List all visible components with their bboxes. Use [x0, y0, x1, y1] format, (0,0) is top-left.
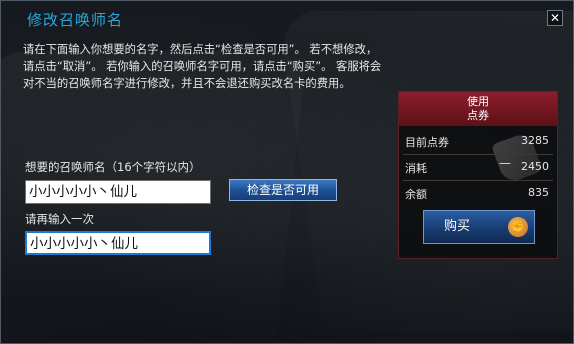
minus-sign: — — [499, 156, 511, 170]
panel-header: 使用 点券 — [399, 92, 557, 126]
summoner-name-input[interactable]: 小小小小小丶仙儿 — [25, 180, 211, 204]
cost-row: 消耗 2450 — [405, 160, 549, 176]
instructions-text: 请在下面输入你想要的名字，然后点击“检查是否可用”。 若不想修改，请点击“取消”… — [23, 43, 382, 90]
cost-value: 2450 — [521, 160, 549, 173]
close-icon: ✕ — [549, 11, 561, 25]
confirm-name-input[interactable]: 小小小小小丶仙儿 — [25, 231, 211, 255]
balance-label: 余额 — [405, 188, 427, 201]
buy-button[interactable]: 购买 ✊ — [423, 210, 535, 244]
fist-coin-icon: ✊ — [508, 217, 528, 237]
dialog-title: 修改召唤师名 — [27, 11, 124, 29]
rename-summoner-dialog: 修改召唤师名 ✕ 请在下面输入你想要的名字，然后点击“检查是否可用”。 若不想修… — [0, 0, 574, 344]
panel-header-line2: 点券 — [467, 109, 489, 122]
panel-header-line1: 使用 — [467, 95, 489, 108]
current-points-label: 目前点券 — [405, 136, 449, 149]
divider — [403, 154, 553, 155]
buy-button-label: 购买 — [444, 219, 471, 234]
balance-row: 余额 835 — [405, 186, 549, 202]
divider — [403, 180, 553, 181]
current-points-value: 3285 — [521, 134, 549, 147]
balance-value: 835 — [528, 186, 549, 199]
cost-label: 消耗 — [405, 162, 427, 175]
current-points-row: 目前点券 3285 — [405, 134, 549, 150]
summoner-name-label: 想要的召唤师名（16个字符以内） — [25, 160, 201, 174]
check-availability-button[interactable]: 检查是否可用 — [229, 179, 337, 201]
close-button[interactable]: ✕ — [547, 10, 563, 26]
confirm-name-label: 请再输入一次 — [25, 212, 94, 226]
purchase-panel: 使用 点券 目前点券 3285 消耗 2450 — 余额 835 购买 ✊ — [398, 91, 558, 259]
